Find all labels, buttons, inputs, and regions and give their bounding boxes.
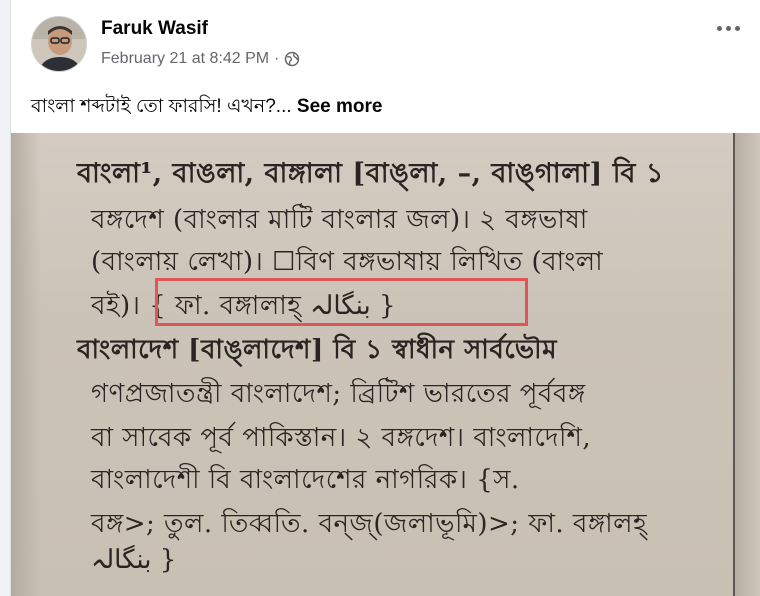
dictionary-line: بنگالہ } xyxy=(91,545,177,575)
dictionary-line: বাংলাদেশ [বাঙ্‌লাদেশ] বি ১ স্বাধীন সার্ব… xyxy=(77,335,558,365)
more-horizontal-icon xyxy=(716,25,722,31)
dictionary-line: গণপ্রজাতন্ত্রী বাংলাদেশ; ব্রিটিশ ভারতের … xyxy=(91,379,586,409)
dictionary-line: বাংলা¹, বাঙলা, বাঙ্গালা [বাঙ্‌লা, –, বাঙ… xyxy=(77,158,664,189)
avatar-photo xyxy=(32,17,86,71)
book-spine xyxy=(735,133,760,596)
more-options-button[interactable] xyxy=(710,14,746,42)
more-horizontal-icon xyxy=(734,25,740,31)
see-more-link[interactable]: See more xyxy=(297,96,383,117)
dictionary-line: বাংলাদেশী বি বাংলাদেশের নাগরিক। {স. xyxy=(91,465,520,495)
post-body: বাংলা শব্দটাই তো ফারসি! এখন?... xyxy=(31,96,292,117)
post-meta: February 21 at 8:42 PM · xyxy=(101,50,300,68)
post-timestamp[interactable]: February 21 at 8:42 PM xyxy=(101,50,269,68)
dictionary-line: বঙ্গদেশ (বাংলার মাটি বাংলার জল)। ২ বঙ্গভ… xyxy=(91,205,588,235)
globe-icon xyxy=(285,51,300,67)
red-highlight-box xyxy=(155,278,528,326)
meta-separator: · xyxy=(274,50,280,67)
more-horizontal-icon xyxy=(725,25,731,31)
photo-shadow xyxy=(11,133,41,596)
post-header: Faruk Wasif February 21 at 8:42 PM · xyxy=(31,14,760,78)
dictionary-line: বঙ্গ>; তুল. তিব্বতি. বন্‌জ্‌(জলাভূমি)>; … xyxy=(91,509,648,539)
avatar[interactable] xyxy=(31,16,87,72)
dictionary-line: বা সাবেক পূর্ব পাকিস্তান। ২ বঙ্গদেশ। বাং… xyxy=(91,423,592,453)
post-photo[interactable]: বাংলা¹, বাঙলা, বাঙ্গালা [বাঙ্‌লা, –, বাঙ… xyxy=(11,133,760,596)
post-text: বাংলা শব্দটাই তো ফারসি! এখন?... See more xyxy=(31,92,382,124)
post-card: Faruk Wasif February 21 at 8:42 PM · বাং… xyxy=(10,0,760,596)
author-name[interactable]: Faruk Wasif xyxy=(101,18,208,40)
